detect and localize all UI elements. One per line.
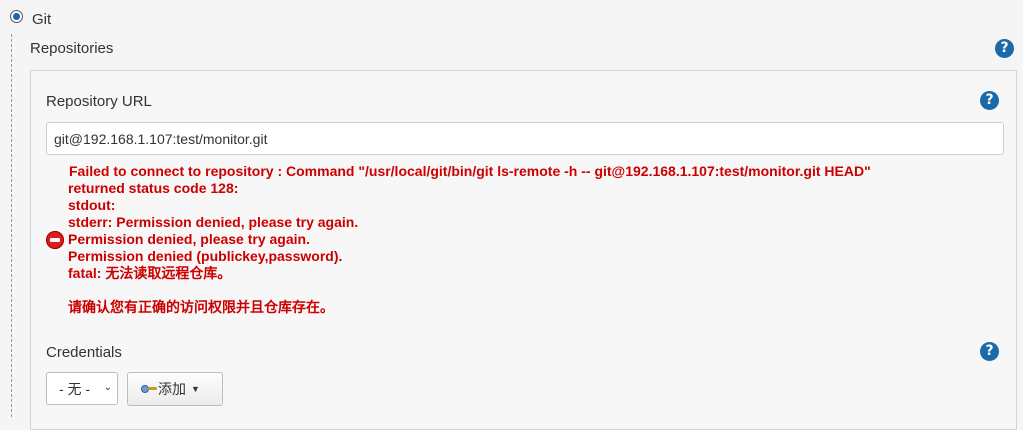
repository-url-input[interactable] [46, 122, 1004, 155]
error-line: Failed to connect to repository : Comman… [69, 163, 871, 179]
repositories-help-icon[interactable]: ? [995, 39, 1014, 58]
error-line: stderr: Permission denied, please try ag… [68, 214, 359, 230]
credentials-select[interactable]: - 无 - ⌄ [46, 372, 118, 405]
repository-url-help-icon[interactable]: ? [980, 91, 999, 110]
error-line: Permission denied, please try again. [68, 231, 310, 247]
add-credentials-label: 添加 [158, 381, 186, 397]
caret-down-icon: ▼ [191, 384, 200, 394]
error-line: fatal: 无法读取远程仓库。 [68, 265, 232, 281]
error-line: returned status code 128: [68, 180, 239, 196]
credentials-help-icon[interactable]: ? [980, 342, 999, 361]
repository-error-message: Failed to connect to repository : Comman… [68, 163, 1008, 316]
error-line [68, 282, 1008, 299]
git-radio[interactable] [10, 10, 23, 23]
error-line: Permission denied (publickey,password). [68, 248, 343, 264]
repository-url-label: Repository URL [46, 93, 152, 110]
credentials-label: Credentials [46, 344, 122, 361]
add-credentials-button[interactable]: 添加 ▼ [127, 372, 223, 406]
git-radio-label[interactable]: Git [32, 11, 51, 28]
credentials-selected-value: - 无 - [59, 380, 91, 397]
repositories-title: Repositories [30, 40, 114, 57]
error-line: stdout: [68, 197, 116, 213]
key-icon [141, 384, 157, 394]
error-line: 请确认您有正确的访问权限并且仓库存在。 [68, 299, 334, 315]
chevron-down-icon: ⌄ [103, 382, 112, 393]
error-icon [46, 231, 64, 249]
section-divider [11, 34, 12, 417]
